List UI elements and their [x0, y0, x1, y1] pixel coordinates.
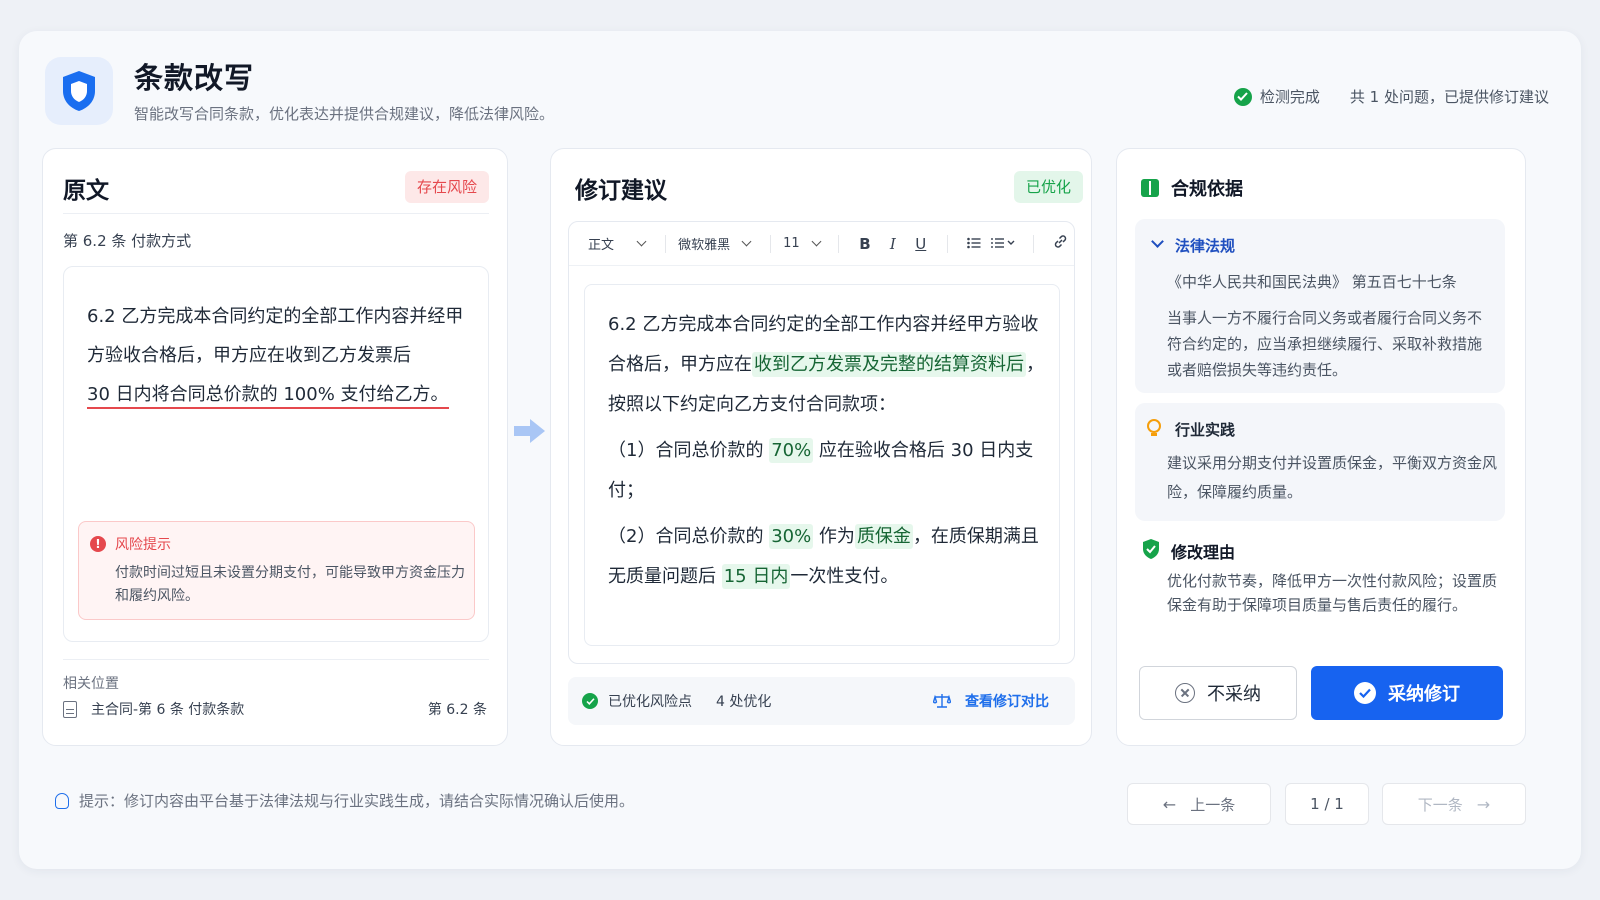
arrow-right-icon [514, 419, 545, 443]
shield-check-icon [1143, 539, 1159, 559]
accept-revision-button[interactable]: 采纳修订 [1311, 666, 1503, 720]
law-title: 法律法规 [1175, 237, 1236, 255]
arrow-right-icon: → [1476, 794, 1491, 814]
numbered-list-icon[interactable] [988, 235, 1022, 253]
document-icon [63, 700, 77, 718]
divider [63, 659, 489, 660]
footer-tip-text: 提示：修订内容由平台基于法律法规与行业实践生成，请结合实际情况确认后使用。 [79, 792, 635, 810]
reject-button[interactable]: 不采纳 [1139, 666, 1297, 720]
revision-footer: 已优化风险点 4 处优化 查看修订对比 [568, 677, 1075, 725]
revised-paragraph: 6.2 乙方完成本合同约定的全部工作内容并经甲方验收合格后，甲方应在 收到乙方发票… [608, 314, 1044, 415]
app-window: 条款改写 智能改写合同条款，优化表达并提供合规建议，降低法律风险。 检测完成 共… [19, 31, 1581, 869]
status-detail: 共 1 处问题，已提供修订建议 [1349, 88, 1549, 106]
page-title: 条款改写 [134, 61, 255, 95]
editor-toolbar: 正文 微软雅黑 11 B I U [569, 222, 1074, 266]
risk-badge: 存在风险 [404, 171, 489, 203]
check-circle-icon [1233, 87, 1252, 106]
original-text-normal: 6.2 乙方完成本合同约定的全部工作内容并经甲方验收合格后，甲方应在收到乙方发票… [87, 306, 464, 366]
revised-paragraph: （1）合同总价款的 70% 应在验收合格后 30 日内支付； [608, 438, 1034, 501]
revision-panel: 修订建议 已优化 正文 微软雅黑 11 B I U 6.2 乙方完成本合同约定的… [550, 148, 1092, 746]
original-clause-text[interactable]: 6.2 乙方完成本合同约定的全部工作内容并经甲方验收合格后，甲方应在收到乙方发票… [87, 297, 467, 414]
check-circle-icon [582, 693, 598, 709]
reason-title: 修改理由 [1171, 543, 1236, 562]
lightbulb-icon [1147, 419, 1161, 436]
shield-logo-icon [45, 57, 113, 125]
location-ref: 第 6.2 条 [427, 702, 487, 718]
chevron-down-icon [811, 236, 822, 247]
practice-section: 行业实践 建议采用分期支付并设置质保金，平衡双方资金风险，保障履约质量。 [1135, 403, 1505, 521]
bold-button[interactable]: B [851, 235, 879, 253]
book-icon [1141, 179, 1159, 197]
prev-button[interactable]: ← 上一条 [1127, 783, 1271, 825]
risk-tip-title: 风险提示 [115, 537, 171, 553]
next-button[interactable]: 下一条 → [1382, 783, 1526, 825]
editor-content[interactable]: 6.2 乙方完成本合同约定的全部工作内容并经甲方验收合格后，甲方应在 收到乙方发票… [584, 284, 1060, 646]
optimized-status: 已优化风险点 [608, 694, 692, 710]
revised-clause-text: 6.2 乙方完成本合同约定的全部工作内容并经甲方验收合格后，甲方应在 收到乙方发票… [608, 305, 1048, 597]
footer-tip: 提示：修订内容由平台基于法律法规与行业实践生成，请结合实际情况确认后使用。 [55, 790, 634, 811]
bullet-list-icon[interactable] [960, 235, 988, 253]
clause-heading: 第 6.2 条 付款方式 [63, 232, 192, 250]
paragraph-style-select[interactable]: 正文 [588, 234, 653, 253]
chevron-down-icon [1151, 235, 1164, 248]
compliance-title: 合规依据 [1171, 179, 1243, 200]
original-text-risk: 30 日内将合同总价款的 100% 支付给乙方。 [87, 384, 449, 409]
practice-text: 建议采用分期支付并设置质保金，平衡双方资金风险，保障履约质量。 [1167, 454, 1498, 501]
italic-button[interactable]: I [879, 235, 907, 253]
close-circle-icon [1175, 683, 1195, 703]
optimized-badge: 已优化 [1013, 171, 1083, 203]
highlight-change: 收到乙方发票及完整的结算资料后 [752, 352, 1026, 377]
underline-button[interactable]: U [907, 235, 935, 253]
detection-status: 检测完成 共 1 处问题，已提供修订建议 [1233, 86, 1549, 107]
law-section[interactable]: 法律法规 《中华人民共和国民法典》 第五百七十七条 当事人一方不履行合同义务或者… [1135, 219, 1505, 393]
lightbulb-icon [55, 792, 69, 809]
arrow-left-icon: ← [1162, 794, 1177, 814]
highlight-change: 质保金 [854, 524, 913, 549]
location-doc: 主合同-第 6 条 付款条款 [91, 702, 245, 718]
chevron-down-icon [636, 236, 647, 247]
original-title: 原文 [63, 178, 109, 204]
view-compare-link[interactable]: 查看修订对比 [933, 691, 1049, 711]
chevron-down-icon [741, 236, 752, 247]
link-icon[interactable] [1046, 234, 1074, 253]
risk-tip-box: ! 风险提示 付款时间过短且未设置分期支付，可能导致甲方资金压力和履约风险。 [78, 521, 475, 620]
rich-text-editor: 正文 微软雅黑 11 B I U 6.2 乙方完成本合同约定的全部工作内容并经甲… [568, 221, 1075, 664]
page-subtitle: 智能改写合同条款，优化表达并提供合规建议，降低法律风险。 [134, 105, 555, 123]
alert-icon: ! [90, 536, 106, 552]
revised-paragraph: （2）合同总价款的 30% 作为 质保金 ，在质保期满且无质量问题后 15 日内 一次… [608, 524, 1039, 589]
reason-text: 优化付款节奏，降低甲方一次性付款风险；设置质保金有助于保障项目质量与售后责任的履… [1167, 572, 1498, 614]
revision-title: 修订建议 [575, 178, 667, 204]
divider [63, 213, 489, 214]
scale-icon [933, 694, 951, 708]
practice-title: 行业实践 [1175, 421, 1236, 439]
location-link[interactable]: 主合同-第 6 条 付款条款 第 6.2 条 [63, 699, 487, 719]
optimized-count: 4 处优化 [716, 694, 772, 710]
highlight-change: 70% [769, 438, 814, 463]
law-text: 当事人一方不履行合同义务或者履行合同义务不符合约定的，应当承担继续履行、采取补救… [1167, 309, 1483, 379]
font-size-select[interactable]: 11 [783, 236, 826, 251]
compliance-panel: 合规依据 法律法规 《中华人民共和国民法典》 第五百七十七条 当事人一方不履行合… [1116, 148, 1526, 746]
font-family-select[interactable]: 微软雅黑 [678, 234, 758, 253]
highlight-change: 30% [769, 524, 814, 549]
highlight-change: 15 日内 [721, 564, 791, 589]
risk-tip-text: 付款时间过短且未设置分期支付，可能导致甲方资金压力和履约风险。 [115, 565, 465, 604]
original-text-box: 6.2 乙方完成本合同约定的全部工作内容并经甲方验收合格后，甲方应在收到乙方发票… [63, 266, 489, 642]
status-label: 检测完成 [1259, 88, 1320, 106]
location-label: 相关位置 [63, 676, 119, 692]
page-indicator: 1 / 1 [1285, 783, 1369, 825]
compliance-header: 合规依据 [1141, 175, 1243, 201]
original-panel: 原文 存在风险 第 6.2 条 付款方式 6.2 乙方完成本合同约定的全部工作内… [42, 148, 508, 746]
check-circle-icon [1354, 682, 1376, 704]
law-source: 《中华人民共和国民法典》 第五百七十七条 [1167, 273, 1457, 291]
